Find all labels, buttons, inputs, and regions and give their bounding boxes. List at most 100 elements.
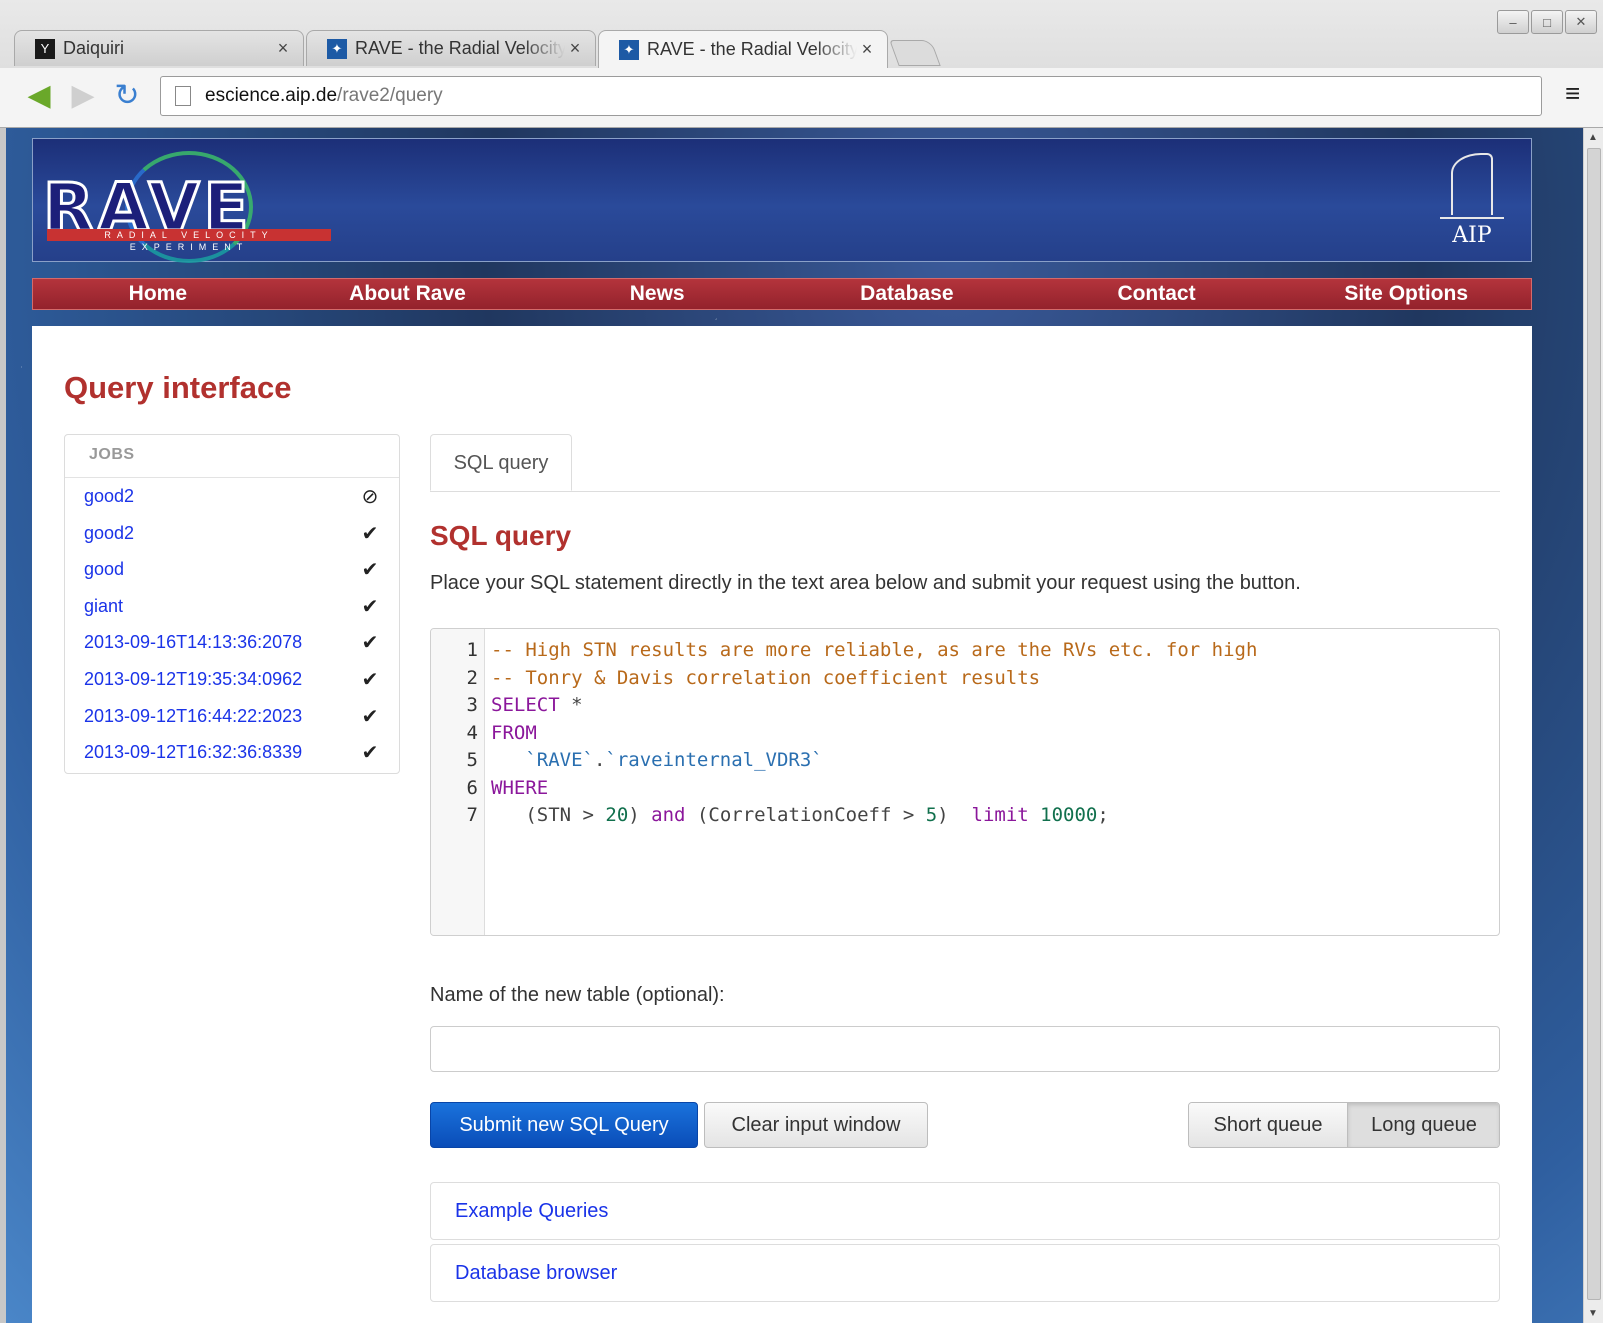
tab-close-icon[interactable]: × bbox=[273, 38, 293, 59]
query-tabs: SQL query bbox=[430, 434, 1500, 492]
page-title: Query interface bbox=[64, 370, 292, 405]
code-line: SELECT * bbox=[491, 692, 1499, 720]
nav-site-options[interactable]: Site Options bbox=[1281, 279, 1531, 309]
job-item[interactable]: 2013-09-16T14:13:36:2078 ✔ bbox=[65, 630, 399, 667]
logo-subtitle: RADIAL VELOCITY EXPERIMENT bbox=[47, 229, 331, 252]
daiquiri-favicon-icon: Y bbox=[35, 38, 55, 59]
browser-tab-rave[interactable]: ✦ RAVE - the Radial Velocity × bbox=[306, 30, 596, 66]
code-line: `RAVE`.`raveinternal_VDR3` bbox=[491, 747, 1499, 775]
job-name[interactable]: 2013-09-12T16:32:36:8339 bbox=[84, 742, 302, 762]
line-number-gutter: 1 2 3 4 5 6 7 bbox=[431, 629, 485, 935]
back-arrow-icon[interactable]: ◀ bbox=[22, 78, 56, 112]
table-name-label: Name of the new table (optional): bbox=[430, 984, 725, 1006]
database-browser-link[interactable]: Database browser bbox=[455, 1262, 617, 1284]
checkmark-status-icon: ✔ bbox=[361, 559, 379, 582]
address-bar[interactable]: escience.aip.de/rave2/query bbox=[160, 76, 1542, 116]
clear-input-button[interactable]: Clear input window bbox=[704, 1102, 928, 1148]
checkmark-status-icon: ✔ bbox=[361, 742, 379, 765]
aip-logo-text: AIP bbox=[1452, 223, 1492, 248]
jobs-panel: JOBS good2 ⊘ good2 ✔ good ✔ giant ✔ 2013-09-… bbox=[64, 434, 400, 774]
browser-menu-icon[interactable]: ≡ bbox=[1565, 80, 1589, 106]
table-name-input[interactable] bbox=[430, 1026, 1500, 1072]
page-scrollbar[interactable]: ▲ ▼ bbox=[1583, 128, 1603, 1323]
reload-icon[interactable]: ↻ bbox=[110, 78, 144, 112]
checkmark-status-icon: ✔ bbox=[361, 632, 379, 655]
tab-sql-query[interactable]: SQL query bbox=[430, 434, 572, 491]
code-token-kw: FROM bbox=[491, 721, 537, 744]
rave-favicon-icon: ✦ bbox=[619, 39, 639, 60]
job-name[interactable]: 2013-09-12T16:44:22:2023 bbox=[84, 706, 302, 726]
nav-contact[interactable]: Contact bbox=[1032, 279, 1282, 309]
example-queries-panel[interactable]: Example Queries bbox=[430, 1182, 1500, 1240]
code-token-plain: * bbox=[559, 694, 583, 716]
short-queue-button[interactable]: Short queue bbox=[1189, 1103, 1348, 1147]
code-token-kw: limit bbox=[971, 804, 1029, 826]
sql-code-area[interactable]: -- High STN results are more reliable, a… bbox=[491, 637, 1499, 830]
nav-home[interactable]: Home bbox=[33, 279, 283, 309]
code-token-str: `raveinternal_VDR3` bbox=[605, 749, 823, 771]
job-item[interactable]: good2 ⊘ bbox=[65, 484, 399, 521]
code-token-plain: (STN > bbox=[491, 804, 606, 826]
minimize-window-button[interactable]: – bbox=[1497, 10, 1529, 34]
tab-title: Daiquiri bbox=[63, 38, 125, 58]
line-number: 3 bbox=[466, 694, 478, 716]
site-header-banner: RAVE RADIAL VELOCITY EXPERIMENT AIP bbox=[32, 138, 1532, 263]
browser-tab-rave-active[interactable]: ✦ RAVE - the Radial Velocity × bbox=[598, 30, 888, 68]
line-number: 6 bbox=[466, 776, 478, 799]
cancelled-status-icon: ⊘ bbox=[361, 486, 379, 508]
scrollbar-thumb[interactable] bbox=[1587, 148, 1601, 1300]
code-token-str: `RAVE` bbox=[491, 749, 594, 771]
nav-about-rave[interactable]: About Rave bbox=[283, 279, 533, 309]
checkmark-status-icon: ✔ bbox=[361, 668, 379, 691]
nav-news[interactable]: News bbox=[532, 279, 782, 309]
code-token-plain: ) bbox=[628, 804, 652, 826]
sql-query-heading: SQL query bbox=[430, 520, 572, 551]
new-tab-button[interactable] bbox=[889, 40, 941, 66]
scroll-down-arrow-icon[interactable]: ▼ bbox=[1588, 1308, 1598, 1319]
rave-logo[interactable]: RAVE RADIAL VELOCITY EXPERIMENT bbox=[42, 151, 333, 263]
long-queue-button[interactable]: Long queue bbox=[1348, 1103, 1499, 1147]
aip-logo-line bbox=[1440, 217, 1504, 219]
code-line: (STN > 20) and (CorrelationCoeff > 5) li… bbox=[491, 802, 1499, 830]
code-token-num: 10000 bbox=[1040, 804, 1098, 826]
tab-close-icon[interactable]: × bbox=[565, 38, 585, 59]
code-token-comment: -- High STN results are more reliable, a… bbox=[491, 639, 1258, 661]
job-item[interactable]: good ✔ bbox=[65, 557, 399, 594]
submit-query-button[interactable]: Submit new SQL Query bbox=[430, 1102, 698, 1148]
scroll-up-arrow-icon[interactable]: ▲ bbox=[1588, 132, 1598, 143]
close-window-button[interactable]: ✕ bbox=[1565, 10, 1597, 34]
jobs-header: JOBS bbox=[65, 435, 399, 478]
aip-logo[interactable]: AIP bbox=[1437, 153, 1507, 253]
code-token-comment: -- Tonry & Davis correlation coefficient… bbox=[491, 666, 1041, 689]
nav-database[interactable]: Database bbox=[782, 279, 1032, 309]
line-number: 5 bbox=[466, 749, 478, 771]
job-name[interactable]: 2013-09-16T14:13:36:2078 bbox=[84, 632, 302, 652]
job-name[interactable]: 2013-09-12T19:35:34:0962 bbox=[84, 669, 302, 689]
job-item[interactable]: 2013-09-12T19:35:34:0962 ✔ bbox=[65, 667, 399, 704]
code-line: WHERE bbox=[491, 775, 1499, 803]
sql-editor[interactable]: 1 2 3 4 5 6 7 -- High STN results are more rel… bbox=[430, 628, 1500, 936]
job-name[interactable]: good2 bbox=[84, 486, 134, 506]
job-item[interactable]: 2013-09-12T16:44:22:2023 ✔ bbox=[65, 704, 399, 741]
code-token-plain: ) bbox=[937, 804, 972, 826]
job-name[interactable]: good2 bbox=[84, 523, 134, 543]
tab-close-icon[interactable]: × bbox=[857, 39, 877, 60]
browser-tab-daiquiri[interactable]: Y Daiquiri × bbox=[14, 30, 304, 66]
browser-toolbar: ◀ ▶ ↻ escience.aip.de/rave2/query ≡ bbox=[0, 68, 1603, 128]
job-name[interactable]: giant bbox=[84, 596, 123, 616]
example-queries-link[interactable]: Example Queries bbox=[455, 1200, 608, 1222]
code-token-kw: SELECT bbox=[491, 694, 560, 716]
forward-arrow-icon[interactable]: ▶ bbox=[66, 78, 100, 112]
code-token-kw: WHERE bbox=[491, 776, 549, 799]
page-viewport: RAVE RADIAL VELOCITY EXPERIMENT AIP Home… bbox=[6, 128, 1584, 1323]
job-item[interactable]: good2 ✔ bbox=[65, 521, 399, 558]
code-line: -- High STN results are more reliable, a… bbox=[491, 637, 1499, 665]
job-item[interactable]: 2013-09-12T16:32:36:8339 ✔ bbox=[65, 740, 399, 777]
database-browser-panel[interactable]: Database browser bbox=[430, 1244, 1500, 1302]
checkmark-status-icon: ✔ bbox=[361, 522, 379, 545]
maximize-window-button[interactable]: □ bbox=[1531, 10, 1563, 34]
job-name[interactable]: good bbox=[84, 559, 124, 579]
job-item[interactable]: giant ✔ bbox=[65, 594, 399, 631]
main-navigation: Home About Rave News Database Contact Si… bbox=[32, 278, 1532, 310]
tab-title: RAVE - the Radial Velocity bbox=[355, 38, 565, 58]
